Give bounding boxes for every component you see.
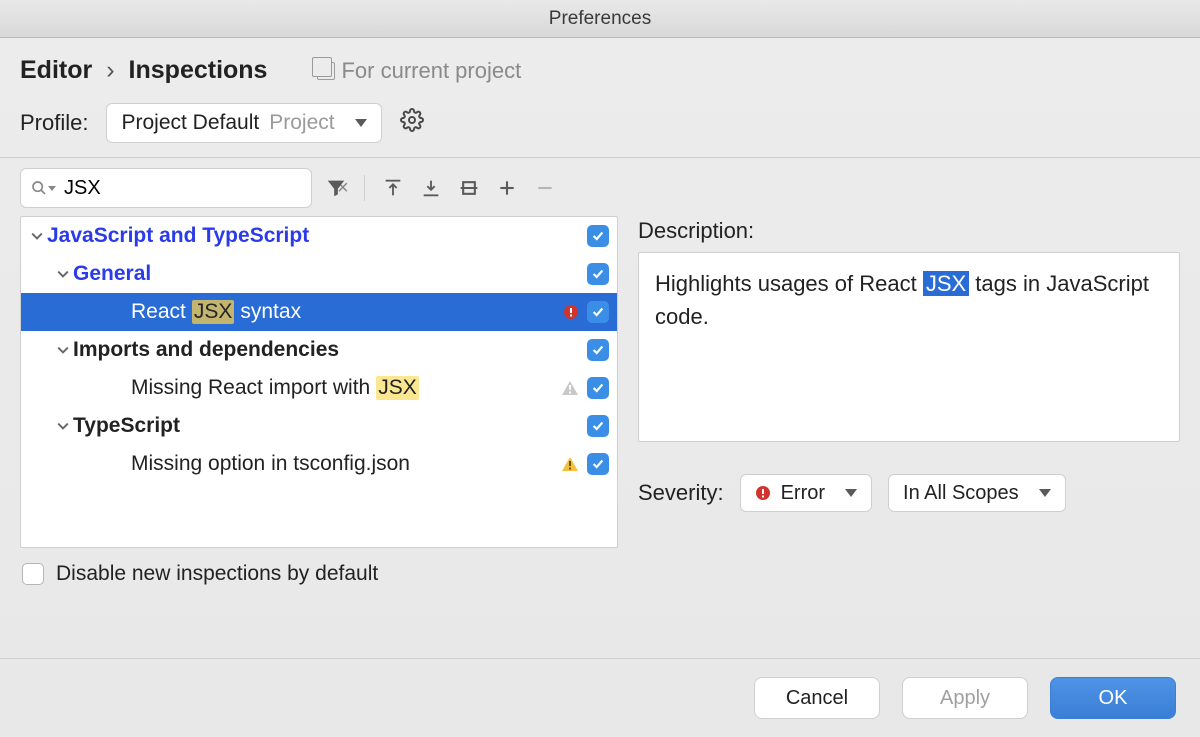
profile-value: Project Default bbox=[121, 111, 259, 135]
tree-item-missing-react-import[interactable]: Missing React import with JSX bbox=[21, 369, 617, 407]
cancel-button[interactable]: Cancel bbox=[754, 677, 880, 719]
checkbox[interactable] bbox=[587, 377, 609, 399]
collapse-all-icon[interactable] bbox=[417, 174, 445, 202]
checkbox[interactable] bbox=[587, 301, 609, 323]
expand-all-icon[interactable] bbox=[379, 174, 407, 202]
error-icon bbox=[563, 304, 579, 320]
tree-group-typescript[interactable]: TypeScript bbox=[21, 407, 617, 445]
severity-label: Severity: bbox=[638, 480, 724, 506]
tree-item-label: React JSX syntax bbox=[131, 300, 563, 324]
search-field[interactable]: × bbox=[20, 168, 312, 208]
severity-combo[interactable]: Error bbox=[740, 474, 872, 512]
tree-group-label: Imports and dependencies bbox=[73, 338, 579, 362]
ok-button[interactable]: OK bbox=[1050, 677, 1176, 719]
left-pane: JavaScript and TypeScript General React … bbox=[20, 216, 618, 658]
tree-group-label: TypeScript bbox=[73, 414, 579, 438]
tree-item-react-jsx-syntax[interactable]: React JSX syntax bbox=[21, 293, 617, 331]
tree-group-imports[interactable]: Imports and dependencies bbox=[21, 331, 617, 369]
profile-secondary: Project bbox=[269, 111, 334, 135]
search-input[interactable] bbox=[64, 177, 329, 200]
chevron-down-icon bbox=[1039, 489, 1051, 497]
breadcrumb-editor[interactable]: Editor bbox=[20, 56, 92, 85]
tree-item-missing-tsconfig[interactable]: Missing option in tsconfig.json bbox=[21, 445, 617, 483]
tree-group-general[interactable]: General bbox=[21, 255, 617, 293]
toolbar-divider bbox=[364, 175, 365, 201]
chevron-down-icon bbox=[57, 420, 73, 432]
tree-item-label: Missing React import with JSX bbox=[131, 376, 561, 400]
warning-icon bbox=[561, 379, 579, 397]
profile-row: Profile: Project Default Project bbox=[0, 95, 1200, 158]
inspections-tree[interactable]: JavaScript and TypeScript General React … bbox=[20, 216, 618, 548]
severity-value: Error bbox=[781, 482, 825, 505]
apply-button[interactable]: Apply bbox=[902, 677, 1028, 719]
add-icon[interactable] bbox=[493, 174, 521, 202]
breadcrumb: Editor › Inspections bbox=[20, 56, 267, 85]
chevron-down-icon bbox=[355, 119, 367, 127]
tree-root[interactable]: JavaScript and TypeScript bbox=[21, 217, 617, 255]
breadcrumb-separator: › bbox=[106, 56, 114, 85]
scope-combo[interactable]: In All Scopes bbox=[888, 474, 1066, 512]
filter-icon[interactable] bbox=[322, 174, 350, 202]
error-icon bbox=[755, 485, 771, 501]
window-title: Preferences bbox=[0, 0, 1200, 38]
search-icon bbox=[31, 180, 56, 196]
chevron-down-icon bbox=[57, 344, 73, 356]
checkbox-unchecked[interactable] bbox=[22, 563, 44, 585]
chevron-down-icon bbox=[57, 268, 73, 280]
warning-icon bbox=[561, 455, 579, 473]
disable-label: Disable new inspections by default bbox=[56, 562, 378, 586]
right-pane: Description: Highlights usages of React … bbox=[638, 216, 1180, 658]
reset-icon[interactable] bbox=[455, 174, 483, 202]
checkbox[interactable] bbox=[587, 415, 609, 437]
checkbox[interactable] bbox=[587, 453, 609, 475]
tree-root-label: JavaScript and TypeScript bbox=[47, 224, 579, 248]
profile-combo[interactable]: Project Default Project bbox=[106, 103, 381, 143]
profile-label: Profile: bbox=[20, 110, 88, 136]
toolbar: × bbox=[0, 158, 1200, 208]
tree-item-label: Missing option in tsconfig.json bbox=[131, 452, 561, 476]
highlighted-term: JSX bbox=[923, 271, 969, 296]
checkbox[interactable] bbox=[587, 263, 609, 285]
checkbox[interactable] bbox=[587, 339, 609, 361]
remove-icon[interactable] bbox=[531, 174, 559, 202]
description-box: Highlights usages of React JSX tags in J… bbox=[638, 252, 1180, 442]
header: Editor › Inspections For current project bbox=[0, 38, 1200, 95]
disable-new-inspections-row[interactable]: Disable new inspections by default bbox=[20, 548, 618, 600]
project-scope-icon bbox=[317, 62, 335, 80]
footer: Cancel Apply OK bbox=[0, 658, 1200, 737]
gear-icon[interactable] bbox=[400, 108, 424, 138]
severity-row: Severity: Error In All Scopes bbox=[638, 474, 1180, 512]
breadcrumb-inspections: Inspections bbox=[129, 56, 268, 85]
description-label: Description: bbox=[638, 218, 1180, 244]
scope-indicator: For current project bbox=[317, 58, 521, 84]
checkbox[interactable] bbox=[587, 225, 609, 247]
tree-group-label: General bbox=[73, 262, 579, 286]
chevron-down-icon bbox=[845, 489, 857, 497]
body: JavaScript and TypeScript General React … bbox=[0, 208, 1200, 658]
chevron-down-icon bbox=[31, 230, 47, 242]
preferences-window: Preferences Editor › Inspections For cur… bbox=[0, 0, 1200, 737]
scope-label: For current project bbox=[341, 58, 521, 84]
scope-value: In All Scopes bbox=[903, 482, 1019, 505]
